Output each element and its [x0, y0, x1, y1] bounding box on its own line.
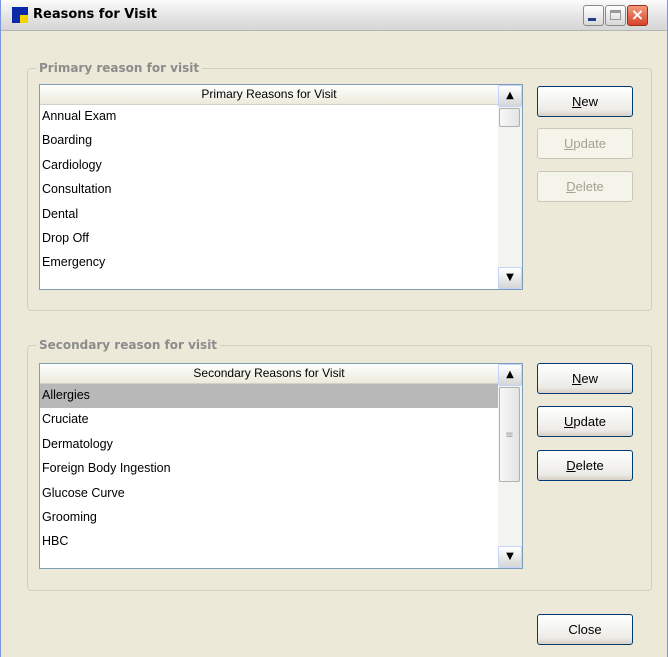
- scroll-thumb[interactable]: [499, 108, 520, 127]
- maximize-button[interactable]: [605, 5, 626, 26]
- primary-reasons-list[interactable]: Primary Reasons for Visit Annual Exam Bo…: [39, 84, 523, 290]
- maximize-icon: [610, 10, 621, 20]
- chevron-up-icon: ▲: [506, 369, 514, 380]
- app-icon: [12, 7, 28, 23]
- primary-new-button[interactable]: New: [537, 86, 633, 117]
- primary-list-header[interactable]: Primary Reasons for Visit: [40, 85, 498, 105]
- list-item[interactable]: Emergency: [40, 251, 498, 275]
- secondary-update-button[interactable]: Update: [537, 406, 633, 437]
- title-bar[interactable]: Reasons for Visit ×: [1, 0, 667, 31]
- primary-group-label: Primary reason for visit: [39, 61, 200, 75]
- list-item[interactable]: HBC: [40, 530, 498, 554]
- secondary-group-label: Secondary reason for visit: [39, 338, 218, 352]
- list-item[interactable]: Boarding: [40, 129, 498, 153]
- grip-icon: ≡: [505, 430, 514, 441]
- list-item[interactable]: Cardiology: [40, 154, 498, 178]
- list-item[interactable]: Grooming: [40, 506, 498, 530]
- list-item-selected[interactable]: Allergies: [40, 384, 498, 409]
- chevron-down-icon: ▼: [506, 272, 514, 283]
- list-item[interactable]: Glucose Curve: [40, 482, 498, 506]
- minimize-button[interactable]: [583, 5, 604, 26]
- scroll-thumb[interactable]: ≡: [499, 387, 520, 482]
- window-title: Reasons for Visit: [33, 7, 158, 22]
- scroll-down-button[interactable]: ▼: [498, 546, 522, 568]
- list-item[interactable]: Cruciate: [40, 408, 498, 432]
- list-item[interactable]: Consultation: [40, 178, 498, 202]
- secondary-delete-button[interactable]: Delete: [537, 450, 633, 481]
- secondary-new-button[interactable]: New: [537, 363, 633, 394]
- chevron-down-icon: ▼: [506, 551, 514, 562]
- chevron-up-icon: ▲: [506, 90, 514, 101]
- list-item[interactable]: Annual Exam: [40, 105, 498, 129]
- close-icon: ×: [630, 5, 645, 24]
- minimize-icon: [588, 18, 596, 21]
- primary-scrollbar[interactable]: ▲ ▼: [498, 85, 522, 289]
- list-item[interactable]: Drop Off: [40, 227, 498, 251]
- scroll-up-button[interactable]: ▲: [498, 364, 522, 386]
- close-window-button[interactable]: ×: [627, 5, 648, 26]
- close-button[interactable]: Close: [537, 614, 633, 645]
- list-item[interactable]: Dental: [40, 203, 498, 227]
- list-item[interactable]: Dermatology: [40, 433, 498, 457]
- secondary-scrollbar[interactable]: ▲ ≡ ▼: [498, 364, 522, 568]
- secondary-reasons-list[interactable]: Secondary Reasons for Visit Allergies Cr…: [39, 363, 523, 569]
- scroll-up-button[interactable]: ▲: [498, 85, 522, 107]
- secondary-list-header[interactable]: Secondary Reasons for Visit: [40, 364, 498, 384]
- primary-delete-button[interactable]: Delete: [537, 171, 633, 202]
- reasons-for-visit-window: Reasons for Visit × Primary reason for v…: [0, 0, 668, 657]
- list-item[interactable]: Foreign Body Ingestion: [40, 457, 498, 481]
- primary-update-button[interactable]: Update: [537, 128, 633, 159]
- scroll-down-button[interactable]: ▼: [498, 267, 522, 289]
